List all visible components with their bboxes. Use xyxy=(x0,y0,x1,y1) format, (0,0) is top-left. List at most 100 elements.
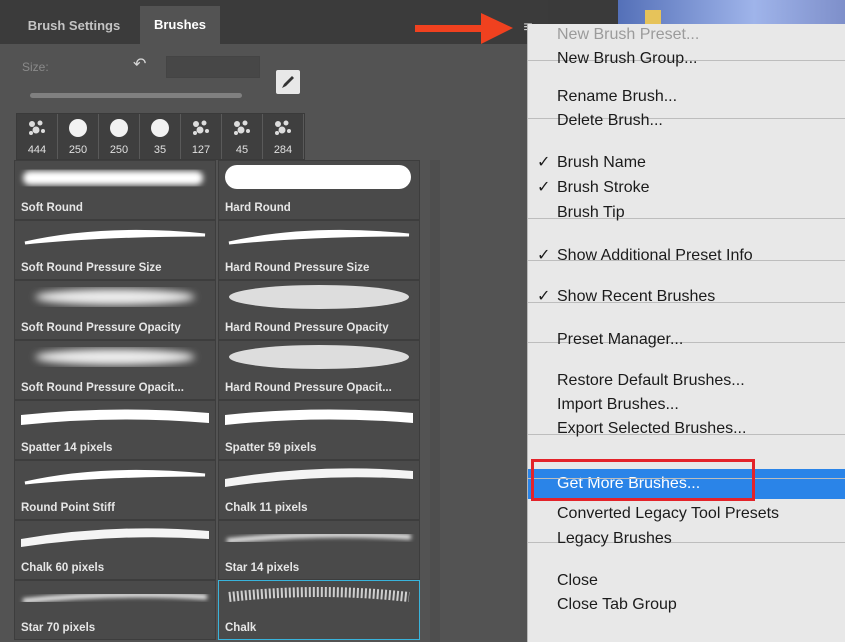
brush-preset-label: Chalk 60 pixels xyxy=(21,562,105,574)
scrollbar[interactable] xyxy=(430,160,440,642)
recent-brush-size: 444 xyxy=(27,144,47,156)
menu-item-label: Brush Stroke xyxy=(557,179,650,196)
menu-item-label: Close Tab Group xyxy=(557,596,677,613)
menu-item[interactable]: New Brush Group... xyxy=(557,48,698,70)
menu-item[interactable]: Preset Manager... xyxy=(557,329,683,351)
menu-item-label: Brush Name xyxy=(557,154,646,171)
brush-preset[interactable]: Star 70 pixels xyxy=(14,580,216,640)
menu-item[interactable]: Close xyxy=(557,570,598,592)
brush-edit-icon[interactable] xyxy=(276,70,300,94)
brush-preset[interactable]: Chalk xyxy=(218,580,420,640)
brush-preset-label: Spatter 59 pixels xyxy=(225,442,317,454)
brush-preset[interactable]: Hard Round Pressure Size xyxy=(218,220,420,280)
menu-item[interactable]: ✓ Show Additional Preset Info xyxy=(537,245,753,267)
brush-stroke-preview xyxy=(23,171,203,185)
menu-item[interactable]: Close Tab Group xyxy=(557,594,677,616)
brush-tip-icon xyxy=(108,117,130,139)
menu-item-label: New Brush Group... xyxy=(557,50,698,67)
menu-item[interactable]: Delete Brush... xyxy=(557,110,663,132)
brush-preset[interactable]: Round Point Stiff xyxy=(14,460,216,520)
recent-brush-item[interactable]: 250 xyxy=(58,114,99,159)
brush-tip-icon xyxy=(231,117,253,139)
brush-stroke-preview xyxy=(21,409,209,425)
brush-preset-label: Soft Round Pressure Opacit... xyxy=(21,382,184,394)
recent-brush-item[interactable]: 250 xyxy=(99,114,140,159)
checkmark-icon: ✓ xyxy=(537,179,551,196)
menu-item[interactable]: Brush Tip xyxy=(557,202,625,224)
brush-stroke-preview xyxy=(228,229,410,245)
brush-tip-icon xyxy=(67,117,89,139)
brush-preset-label: Hard Round Pressure Opacit... xyxy=(225,382,392,394)
brush-stroke-preview xyxy=(22,592,208,604)
menu-item[interactable]: Restore Default Brushes... xyxy=(557,370,745,392)
brush-stroke-preview xyxy=(226,532,412,544)
annotation-highlight-box xyxy=(531,459,755,501)
menu-item-label: Brush Tip xyxy=(557,204,625,221)
size-slider[interactable] xyxy=(30,93,242,98)
menu-item[interactable]: ✓ Show Recent Brushes xyxy=(537,286,715,308)
menu-item: New Brush Preset... xyxy=(557,24,699,46)
brush-preset[interactable]: Chalk 11 pixels xyxy=(218,460,420,520)
recent-brush-size: 35 xyxy=(153,144,167,156)
menu-item[interactable]: Export Selected Brushes... xyxy=(557,418,746,440)
brush-preset[interactable]: Hard Round xyxy=(218,160,420,220)
brush-tip-icon xyxy=(149,117,171,139)
menu-item[interactable]: Converted Legacy Tool Presets xyxy=(557,503,779,525)
brush-tip-icon xyxy=(190,117,212,139)
checkmark-icon: ✓ xyxy=(537,288,551,305)
brush-preset[interactable]: Spatter 14 pixels xyxy=(14,400,216,460)
reset-icon[interactable]: ↶ xyxy=(133,56,151,74)
brush-stroke-preview xyxy=(229,285,409,309)
tab-brush-settings[interactable]: Brush Settings xyxy=(14,8,134,44)
recent-brush-item[interactable]: 284 xyxy=(263,114,304,159)
brush-preset[interactable]: Chalk 60 pixels xyxy=(14,520,216,580)
brush-preset-label: Hard Round Pressure Opacity xyxy=(225,322,389,334)
recent-brush-size: 250 xyxy=(68,144,88,156)
menu-item-label: Legacy Brushes xyxy=(557,530,672,547)
menu-item-label: New Brush Preset... xyxy=(557,26,700,43)
size-input[interactable] xyxy=(166,56,260,78)
recent-brush-item[interactable]: 45 xyxy=(222,114,263,159)
brush-tip-icon xyxy=(26,117,48,139)
recent-brush-size: 250 xyxy=(109,144,129,156)
menu-item-label: Delete Brush... xyxy=(557,112,663,129)
recent-brush-item[interactable]: 444 xyxy=(17,114,58,159)
recent-brushes: 444 250 250 35 127 45 284 xyxy=(16,113,305,160)
menu-item-label: Restore Default Brushes... xyxy=(557,372,745,389)
recent-brush-item[interactable]: 127 xyxy=(181,114,222,159)
brush-preset[interactable]: Star 14 pixels xyxy=(218,520,420,580)
brush-preset[interactable]: Hard Round Pressure Opacit... xyxy=(218,340,420,400)
brush-preset-label: Soft Round Pressure Size xyxy=(21,262,162,274)
menu-item[interactable]: ✓ Brush Stroke xyxy=(537,177,650,199)
brush-preset-label: Star 70 pixels xyxy=(21,622,96,634)
menu-item[interactable]: Legacy Brushes xyxy=(557,528,672,550)
menu-item[interactable]: ✓ Brush Name xyxy=(537,152,646,174)
brush-stroke-preview xyxy=(24,229,206,245)
brush-preset[interactable]: Soft Round Pressure Opacity xyxy=(14,280,216,340)
brush-preset-label: Round Point Stiff xyxy=(21,502,115,514)
menu-item[interactable]: Import Brushes... xyxy=(557,394,679,416)
checkmark-icon: ✓ xyxy=(537,154,551,171)
menu-item-label: Import Brushes... xyxy=(557,396,679,413)
menu-item-label: Preset Manager... xyxy=(557,331,684,348)
tab-brushes[interactable]: Brushes xyxy=(140,6,220,44)
brush-stroke-preview xyxy=(225,165,411,189)
brush-preset-label: Chalk xyxy=(225,622,257,634)
brush-preset[interactable]: Soft Round Pressure Size xyxy=(14,220,216,280)
brush-preset[interactable]: Hard Round Pressure Opacity xyxy=(218,280,420,340)
brush-stroke-preview xyxy=(225,409,413,425)
brush-preset[interactable]: Soft Round Pressure Opacit... xyxy=(14,340,216,400)
menu-item[interactable]: Rename Brush... xyxy=(557,86,677,108)
recent-brush-item[interactable]: 35 xyxy=(140,114,181,159)
recent-brush-size: 45 xyxy=(235,144,249,156)
brush-preset[interactable]: Spatter 59 pixels xyxy=(218,400,420,460)
menu-item-label: Converted Legacy Tool Presets xyxy=(557,505,780,522)
brush-tip-icon xyxy=(272,117,294,139)
brush-preset-label: Chalk 11 pixels xyxy=(225,502,308,514)
brush-preset-grid: Soft Round Hard Round Soft Round Pressure … xyxy=(14,160,422,642)
brush-preset[interactable]: Soft Round xyxy=(14,160,216,220)
brush-stroke-preview xyxy=(228,587,410,602)
recent-brush-size: 284 xyxy=(273,144,293,156)
red-arrow-annotation xyxy=(415,13,513,44)
brush-stroke-preview xyxy=(24,469,206,485)
